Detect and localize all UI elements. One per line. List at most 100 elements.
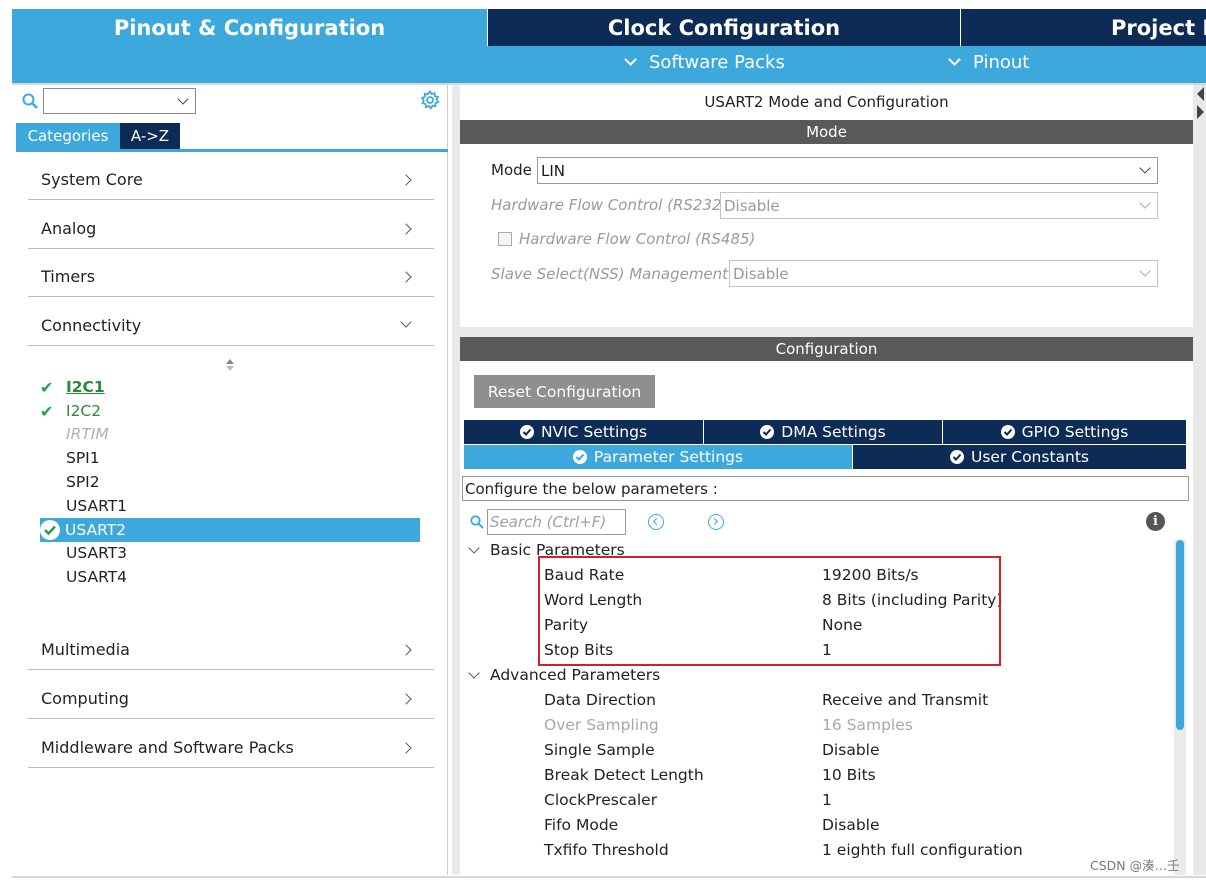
- param-fifo-mode: Fifo Mode: [544, 816, 619, 834]
- next-match-icon[interactable]: [708, 514, 724, 530]
- configuration-header: Configuration: [460, 337, 1193, 361]
- parameter-search-input[interactable]: Search (Ctrl+F): [487, 509, 626, 535]
- categories-panel: Categories A->Z System Core Analog Timer…: [12, 85, 448, 875]
- tab-label: NVIC Settings: [540, 423, 648, 441]
- param-single-sample: Single Sample: [544, 741, 655, 759]
- nss-management-select[interactable]: Disable: [729, 260, 1158, 287]
- tab-a-to-z[interactable]: A->Z: [120, 123, 180, 149]
- peripheral-i2c2[interactable]: ✔ I2C2: [40, 400, 101, 422]
- chevron-right-icon: [400, 173, 412, 186]
- tab-underline: [16, 149, 448, 152]
- chevron-down-icon: [948, 53, 961, 66]
- tab-label: DMA Settings: [781, 423, 886, 441]
- peripheral-usart3[interactable]: USART3: [40, 542, 127, 564]
- tab-categories[interactable]: Categories: [16, 123, 120, 149]
- advanced-parameters-group[interactable]: Advanced Parameters: [468, 666, 661, 684]
- pinout-menu-label: Pinout: [973, 52, 1030, 73]
- tab-label: Parameter Settings: [593, 448, 744, 466]
- category-label: Middleware and Software Packs: [41, 738, 294, 757]
- hw-flow-rs485-checkbox[interactable]: [498, 232, 512, 246]
- peripheral-spi1[interactable]: SPI1: [40, 447, 100, 469]
- tab-project-manager[interactable]: Project M: [961, 9, 1206, 46]
- chevron-down-icon: [1139, 197, 1151, 209]
- tab-nvic-settings[interactable]: NVIC Settings: [464, 420, 703, 444]
- category-timers[interactable]: Timers: [28, 257, 434, 297]
- param-txfifo-threshold-value[interactable]: 1 eighth full configuration: [822, 841, 1023, 859]
- category-middleware[interactable]: Middleware and Software Packs: [28, 728, 434, 768]
- mode-select[interactable]: LIN: [537, 157, 1158, 184]
- peripheral-label: USART2: [65, 521, 127, 539]
- tab-gpio-settings[interactable]: GPIO Settings: [943, 420, 1186, 444]
- info-icon[interactable]: i: [1146, 512, 1165, 531]
- peripheral-label: I2C2: [66, 402, 102, 420]
- param-clock-prescaler-value[interactable]: 1: [822, 791, 832, 809]
- category-label: Connectivity: [41, 316, 142, 335]
- peripheral-spi2[interactable]: SPI2: [40, 471, 100, 493]
- param-break-detect-length: Break Detect Length: [544, 766, 704, 784]
- search-icon[interactable]: [22, 93, 38, 109]
- category-label: Multimedia: [41, 640, 130, 659]
- search-icon[interactable]: [470, 515, 484, 529]
- category-computing[interactable]: Computing: [28, 679, 434, 719]
- tab-clock-configuration[interactable]: Clock Configuration: [488, 9, 960, 46]
- tab-label: GPIO Settings: [1021, 423, 1129, 441]
- peripheral-label: USART3: [66, 544, 128, 562]
- tab-user-constants[interactable]: User Constants: [853, 445, 1186, 469]
- top-tab-bar: Pinout & Configuration Clock Configurati…: [12, 9, 1206, 46]
- tab-pinout-configuration[interactable]: Pinout & Configuration: [12, 9, 487, 46]
- mode-configuration-panel: USART2 Mode and Configuration Mode Mode …: [452, 85, 1206, 875]
- category-multimedia[interactable]: Multimedia: [28, 630, 434, 670]
- nss-management-value: Disable: [733, 264, 789, 283]
- collapse-arrows-icon[interactable]: [1195, 85, 1205, 125]
- checkmark-icon: ✔: [40, 401, 54, 421]
- chevron-down-icon: [1139, 265, 1151, 277]
- peripheral-usart1[interactable]: USART1: [40, 495, 127, 517]
- mode-value: LIN: [541, 161, 566, 180]
- param-over-sampling: Over Sampling: [544, 716, 659, 734]
- peripheral-label: SPI1: [66, 449, 100, 467]
- category-label: System Core: [41, 170, 143, 189]
- configuration-section: Configuration Reset Configuration NVIC S…: [460, 337, 1193, 875]
- scrollbar-thumb[interactable]: [1176, 540, 1184, 730]
- nss-management-label: Slave Select(NSS) Management: [491, 265, 729, 283]
- param-fifo-mode-value[interactable]: Disable: [822, 816, 880, 834]
- category-connectivity[interactable]: Connectivity: [28, 306, 434, 346]
- pinout-menu[interactable]: Pinout: [948, 52, 1030, 73]
- chevron-right-icon: [400, 643, 412, 656]
- hw-flow-rs485-label: Hardware Flow Control (RS485): [519, 230, 756, 248]
- tab-parameter-settings[interactable]: Parameter Settings: [464, 445, 852, 469]
- checkmark-icon: ✔: [40, 377, 54, 397]
- hw-flow-rs232-select[interactable]: Disable: [720, 192, 1158, 219]
- peripheral-label: USART4: [66, 568, 128, 586]
- peripheral-i2c1[interactable]: ✔ I2C1: [40, 376, 105, 398]
- mode-section: USART2 Mode and Configuration Mode Mode …: [460, 85, 1193, 327]
- peripheral-label: USART1: [66, 497, 128, 515]
- peripheral-usart2[interactable]: USART2: [40, 518, 420, 542]
- category-system-core[interactable]: System Core: [28, 160, 434, 200]
- peripheral-irtim[interactable]: IRTIM: [40, 423, 109, 445]
- param-data-direction-value[interactable]: Receive and Transmit: [822, 691, 988, 709]
- param-data-direction: Data Direction: [544, 691, 656, 709]
- chevron-down-icon: [624, 53, 637, 66]
- check-circle-icon: [519, 425, 534, 439]
- category-search-combo[interactable]: [43, 88, 196, 114]
- reset-configuration-button[interactable]: Reset Configuration: [474, 375, 655, 408]
- chevron-right-icon: [400, 741, 412, 754]
- gear-icon[interactable]: [420, 90, 440, 110]
- category-analog[interactable]: Analog: [28, 209, 434, 249]
- sort-icon[interactable]: [225, 358, 235, 372]
- hw-flow-rs232-label: Hardware Flow Control (RS232): [491, 196, 728, 214]
- check-circle-icon: [949, 450, 964, 464]
- chevron-down-icon: [468, 541, 480, 554]
- divider: [12, 876, 1206, 878]
- peripheral-usart4[interactable]: USART4: [40, 566, 127, 588]
- category-label: Timers: [41, 267, 96, 286]
- previous-match-icon[interactable]: [648, 514, 664, 530]
- software-packs-menu[interactable]: Software Packs: [624, 52, 785, 73]
- scrollbar[interactable]: [1174, 540, 1186, 875]
- param-break-detect-length-value[interactable]: 10 Bits: [822, 766, 876, 784]
- param-single-sample-value[interactable]: Disable: [822, 741, 880, 759]
- chevron-right-icon: [400, 222, 412, 235]
- tab-dma-settings[interactable]: DMA Settings: [704, 420, 942, 444]
- group-label: Advanced Parameters: [490, 666, 661, 684]
